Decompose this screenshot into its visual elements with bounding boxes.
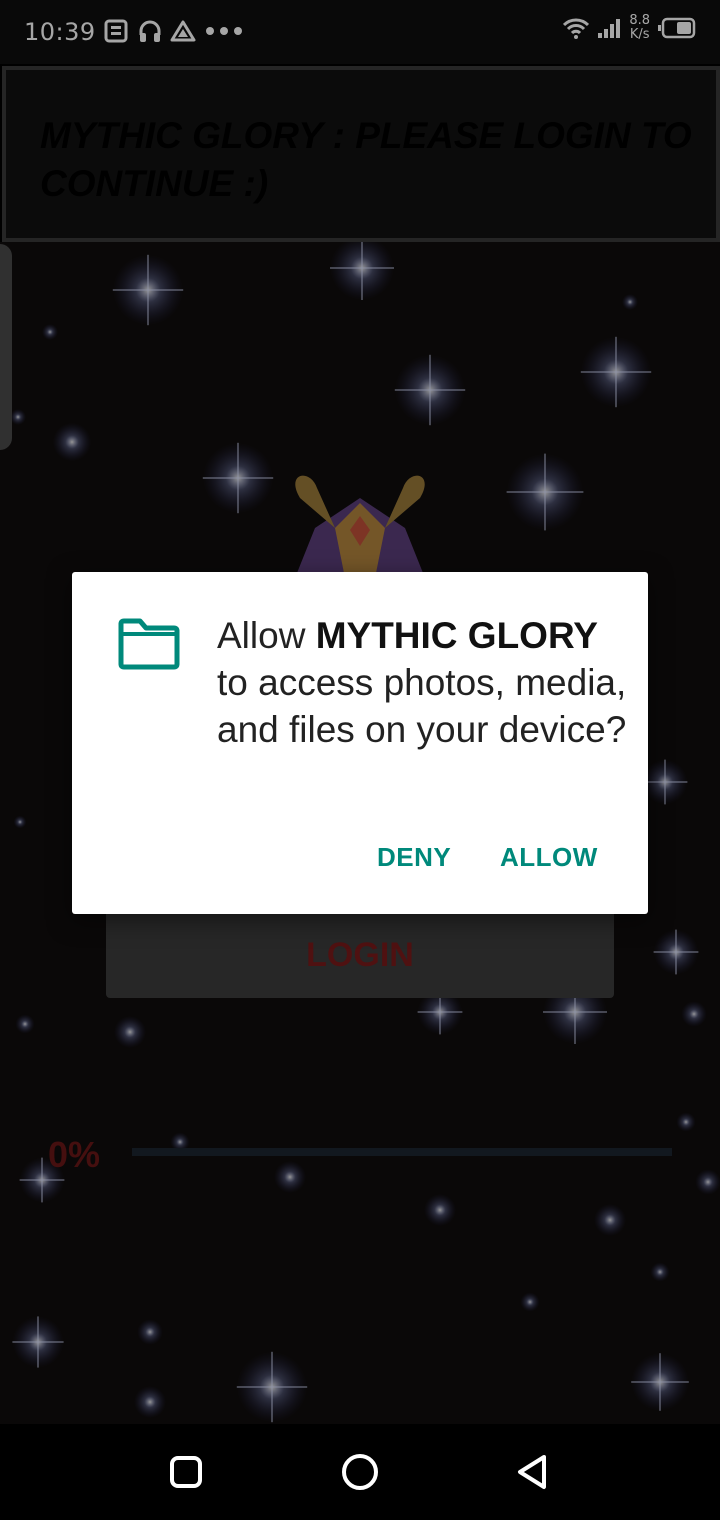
folder-icon <box>118 618 180 670</box>
message-suffix: to access photos, media, and files on yo… <box>217 662 627 750</box>
app-name: MYTHIC GLORY <box>315 615 598 656</box>
permission-dialog: Allow MYTHIC GLORY to access photos, med… <box>72 572 648 914</box>
allow-button[interactable]: ALLOW <box>500 842 598 873</box>
back-icon[interactable] <box>512 1452 554 1494</box>
recents-icon[interactable] <box>166 1452 206 1492</box>
message-prefix: Allow <box>217 615 316 656</box>
deny-button[interactable]: DENY <box>377 842 451 873</box>
permission-message: Allow MYTHIC GLORY to access photos, med… <box>217 612 627 753</box>
navigation-bar <box>0 1424 720 1520</box>
home-icon[interactable] <box>339 1452 381 1494</box>
